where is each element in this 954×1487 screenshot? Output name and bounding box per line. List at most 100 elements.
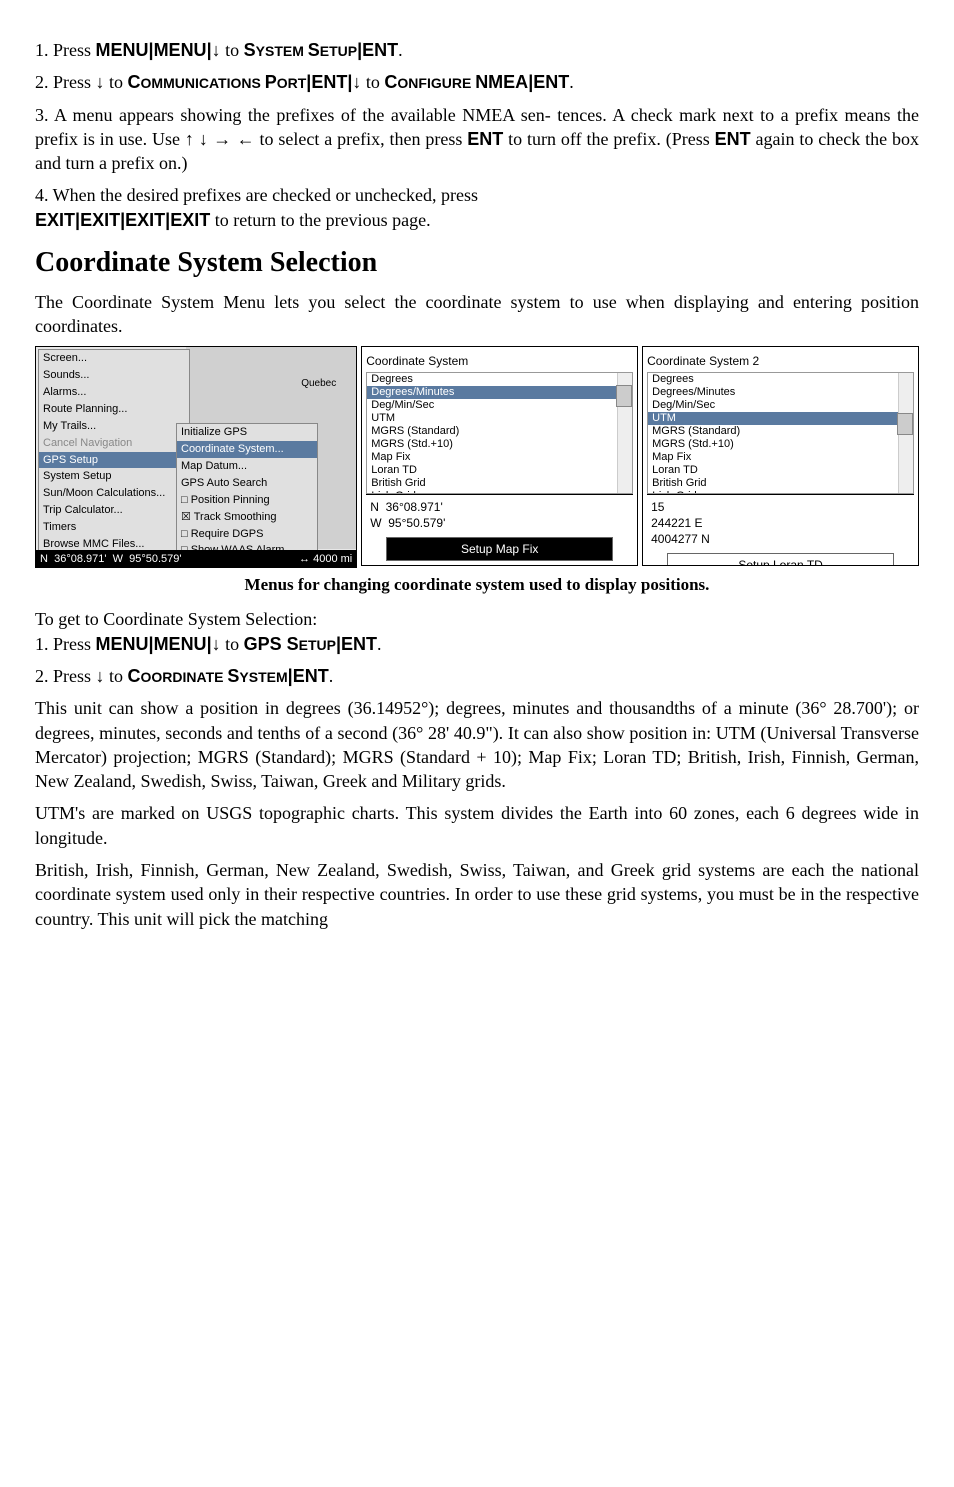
menu-item[interactable]: Timers	[39, 519, 189, 536]
key-ent: ENT	[311, 72, 347, 92]
text: to return to the previous page.	[210, 210, 430, 230]
readout-northing: 4004277 N	[651, 532, 710, 546]
status-lon: 95°50.579'	[129, 553, 181, 565]
text: to	[105, 72, 128, 92]
panel-title: Coordinate System	[366, 351, 633, 371]
coord-option[interactable]: MGRS (Standard)	[648, 425, 913, 438]
coord-list: Degrees Degrees/Minutes Deg/Min/Sec UTM …	[366, 372, 633, 494]
coord-option[interactable]: British Grid	[367, 477, 632, 490]
menu-item[interactable]: My Trails...	[39, 418, 189, 435]
text: YSTEM	[256, 43, 308, 59]
submenu-item[interactable]: □ Require DGPS	[177, 526, 317, 543]
coord-option[interactable]: MGRS (Std.+10)	[648, 438, 913, 451]
key-nmea: NMEA	[475, 72, 528, 92]
key-ent: ENT	[341, 634, 377, 654]
coord-option[interactable]: Deg/Min/Sec	[648, 399, 913, 412]
coord-option[interactable]: Map Fix	[367, 451, 632, 464]
coord-option[interactable]: Loran TD	[648, 464, 913, 477]
text: ETUP	[299, 637, 336, 653]
readout-lat: 36°08.971'	[386, 500, 443, 514]
step-2: 2. Press ↓ to COMMUNICATIONS PORT|ENT|↓ …	[35, 70, 919, 94]
readout-zone: 15	[651, 500, 664, 514]
screenshot-coord-system: Coordinate System Degrees Degrees/Minute…	[361, 346, 638, 566]
coord-readout: N 36°08.971' W 95°50.579'	[366, 494, 633, 535]
coord-option[interactable]: MGRS (Std.+10)	[367, 438, 632, 451]
coord-option[interactable]: Loran TD	[367, 464, 632, 477]
coord-option[interactable]: Deg/Min/Sec	[367, 399, 632, 412]
text: P	[265, 72, 277, 92]
menu-item[interactable]: Trip Calculator...	[39, 502, 189, 519]
text: to	[361, 72, 384, 92]
coord-option[interactable]: MGRS (Standard)	[367, 425, 632, 438]
key-ent: ENT	[362, 40, 398, 60]
step-3: 3. A menu appears showing the prefixes o…	[35, 103, 919, 176]
menu-item[interactable]: Screen...	[39, 350, 189, 367]
menu-item[interactable]: Sounds...	[39, 367, 189, 384]
coord-option[interactable]: British Grid	[648, 477, 913, 490]
coord-option-selected[interactable]: UTM	[648, 412, 913, 425]
readout-w: W	[370, 516, 381, 530]
scrollbar[interactable]	[898, 373, 913, 493]
scrollbar[interactable]	[617, 373, 632, 493]
scroll-thumb[interactable]	[897, 413, 913, 435]
submenu-item-selected[interactable]: Coordinate System...	[177, 441, 317, 458]
submenu-item[interactable]: Map Datum...	[177, 458, 317, 475]
step-1b: 1. Press MENU|MENU|↓ to GPS SETUP|ENT.	[35, 632, 919, 656]
key-ent: ENT	[467, 129, 503, 149]
text: C	[128, 72, 141, 92]
coord-option[interactable]: Degrees	[367, 373, 632, 386]
setup-map-fix-button[interactable]: Setup Map Fix	[386, 537, 613, 561]
text: OORDINATE	[141, 669, 228, 685]
setup-loran-button[interactable]: Setup Loran TD	[667, 553, 894, 567]
text: ORT	[277, 75, 307, 91]
text: to select a prefix, then press	[255, 129, 468, 149]
text: S	[227, 666, 239, 686]
coord-option[interactable]: Degrees/Minutes	[648, 386, 913, 399]
text: .	[398, 40, 403, 60]
text: .	[329, 666, 334, 686]
submenu-item[interactable]: Initialize GPS	[177, 424, 317, 441]
text: 1. Press	[35, 634, 96, 654]
text: OMMUNICATIONS	[141, 75, 265, 91]
body-para-4: UTM's are marked on USGS topographic cha…	[35, 801, 919, 850]
coord-option[interactable]: UTM	[367, 412, 632, 425]
text: YSTEM	[239, 669, 287, 685]
text: S	[244, 40, 256, 60]
figure-caption: Menus for changing coordinate system use…	[35, 574, 919, 597]
coord-readout: 15 244221 E 4004277 N	[647, 494, 914, 551]
text: 3. A menu appears showing the prefixes o…	[35, 105, 551, 125]
map-label-quebec: Quebec	[301, 377, 336, 391]
key-ent: ENT	[533, 72, 569, 92]
screenshot-coord-system-2: Coordinate System 2 Degrees Degrees/Minu…	[642, 346, 919, 566]
coord-option[interactable]: Degrees	[648, 373, 913, 386]
coord-option[interactable]: Irish Grid	[367, 490, 632, 494]
submenu-item[interactable]: □ Position Pinning	[177, 492, 317, 509]
readout-n: N	[370, 500, 379, 514]
text: 2. Press	[35, 666, 96, 686]
step-2b: 2. Press ↓ to COORDINATE SYSTEM|ENT.	[35, 664, 919, 688]
menu-item[interactable]: Alarms...	[39, 384, 189, 401]
coord-option[interactable]: Map Fix	[648, 451, 913, 464]
main-menu: Screen... Sounds... Alarms... Route Plan…	[38, 349, 190, 553]
arrow-down-icon: ↓	[96, 666, 105, 686]
submenu-item[interactable]: ☒ Track Smoothing	[177, 509, 317, 526]
menu-item[interactable]: Route Planning...	[39, 401, 189, 418]
heading-coordinate-system: Coordinate System Selection	[35, 244, 919, 282]
coord-option-selected[interactable]: Degrees/Minutes	[367, 386, 632, 399]
text: GPS S	[244, 634, 299, 654]
status-n: N	[40, 553, 48, 565]
coord-list: Degrees Degrees/Minutes Deg/Min/Sec UTM …	[647, 372, 914, 494]
screenshot-map-menu: Quebec Mexico Mexico City (Ciudad de Méx…	[35, 346, 357, 568]
menu-item-selected[interactable]: GPS Setup	[39, 452, 189, 469]
key-exit: EXIT	[170, 210, 210, 230]
coord-option[interactable]: Irish Grid	[648, 490, 913, 494]
scroll-thumb[interactable]	[616, 385, 632, 407]
menu-item[interactable]: Sun/Moon Calculations...	[39, 485, 189, 502]
arrow-up-icon: ↑	[185, 129, 194, 149]
text: C	[128, 666, 141, 686]
status-lat: 36°08.971'	[54, 553, 106, 565]
submenu-item[interactable]: GPS Auto Search	[177, 475, 317, 492]
menu-item[interactable]: System Setup	[39, 468, 189, 485]
arrow-down-icon: ↓	[212, 634, 221, 654]
text: ETUP	[320, 43, 357, 59]
